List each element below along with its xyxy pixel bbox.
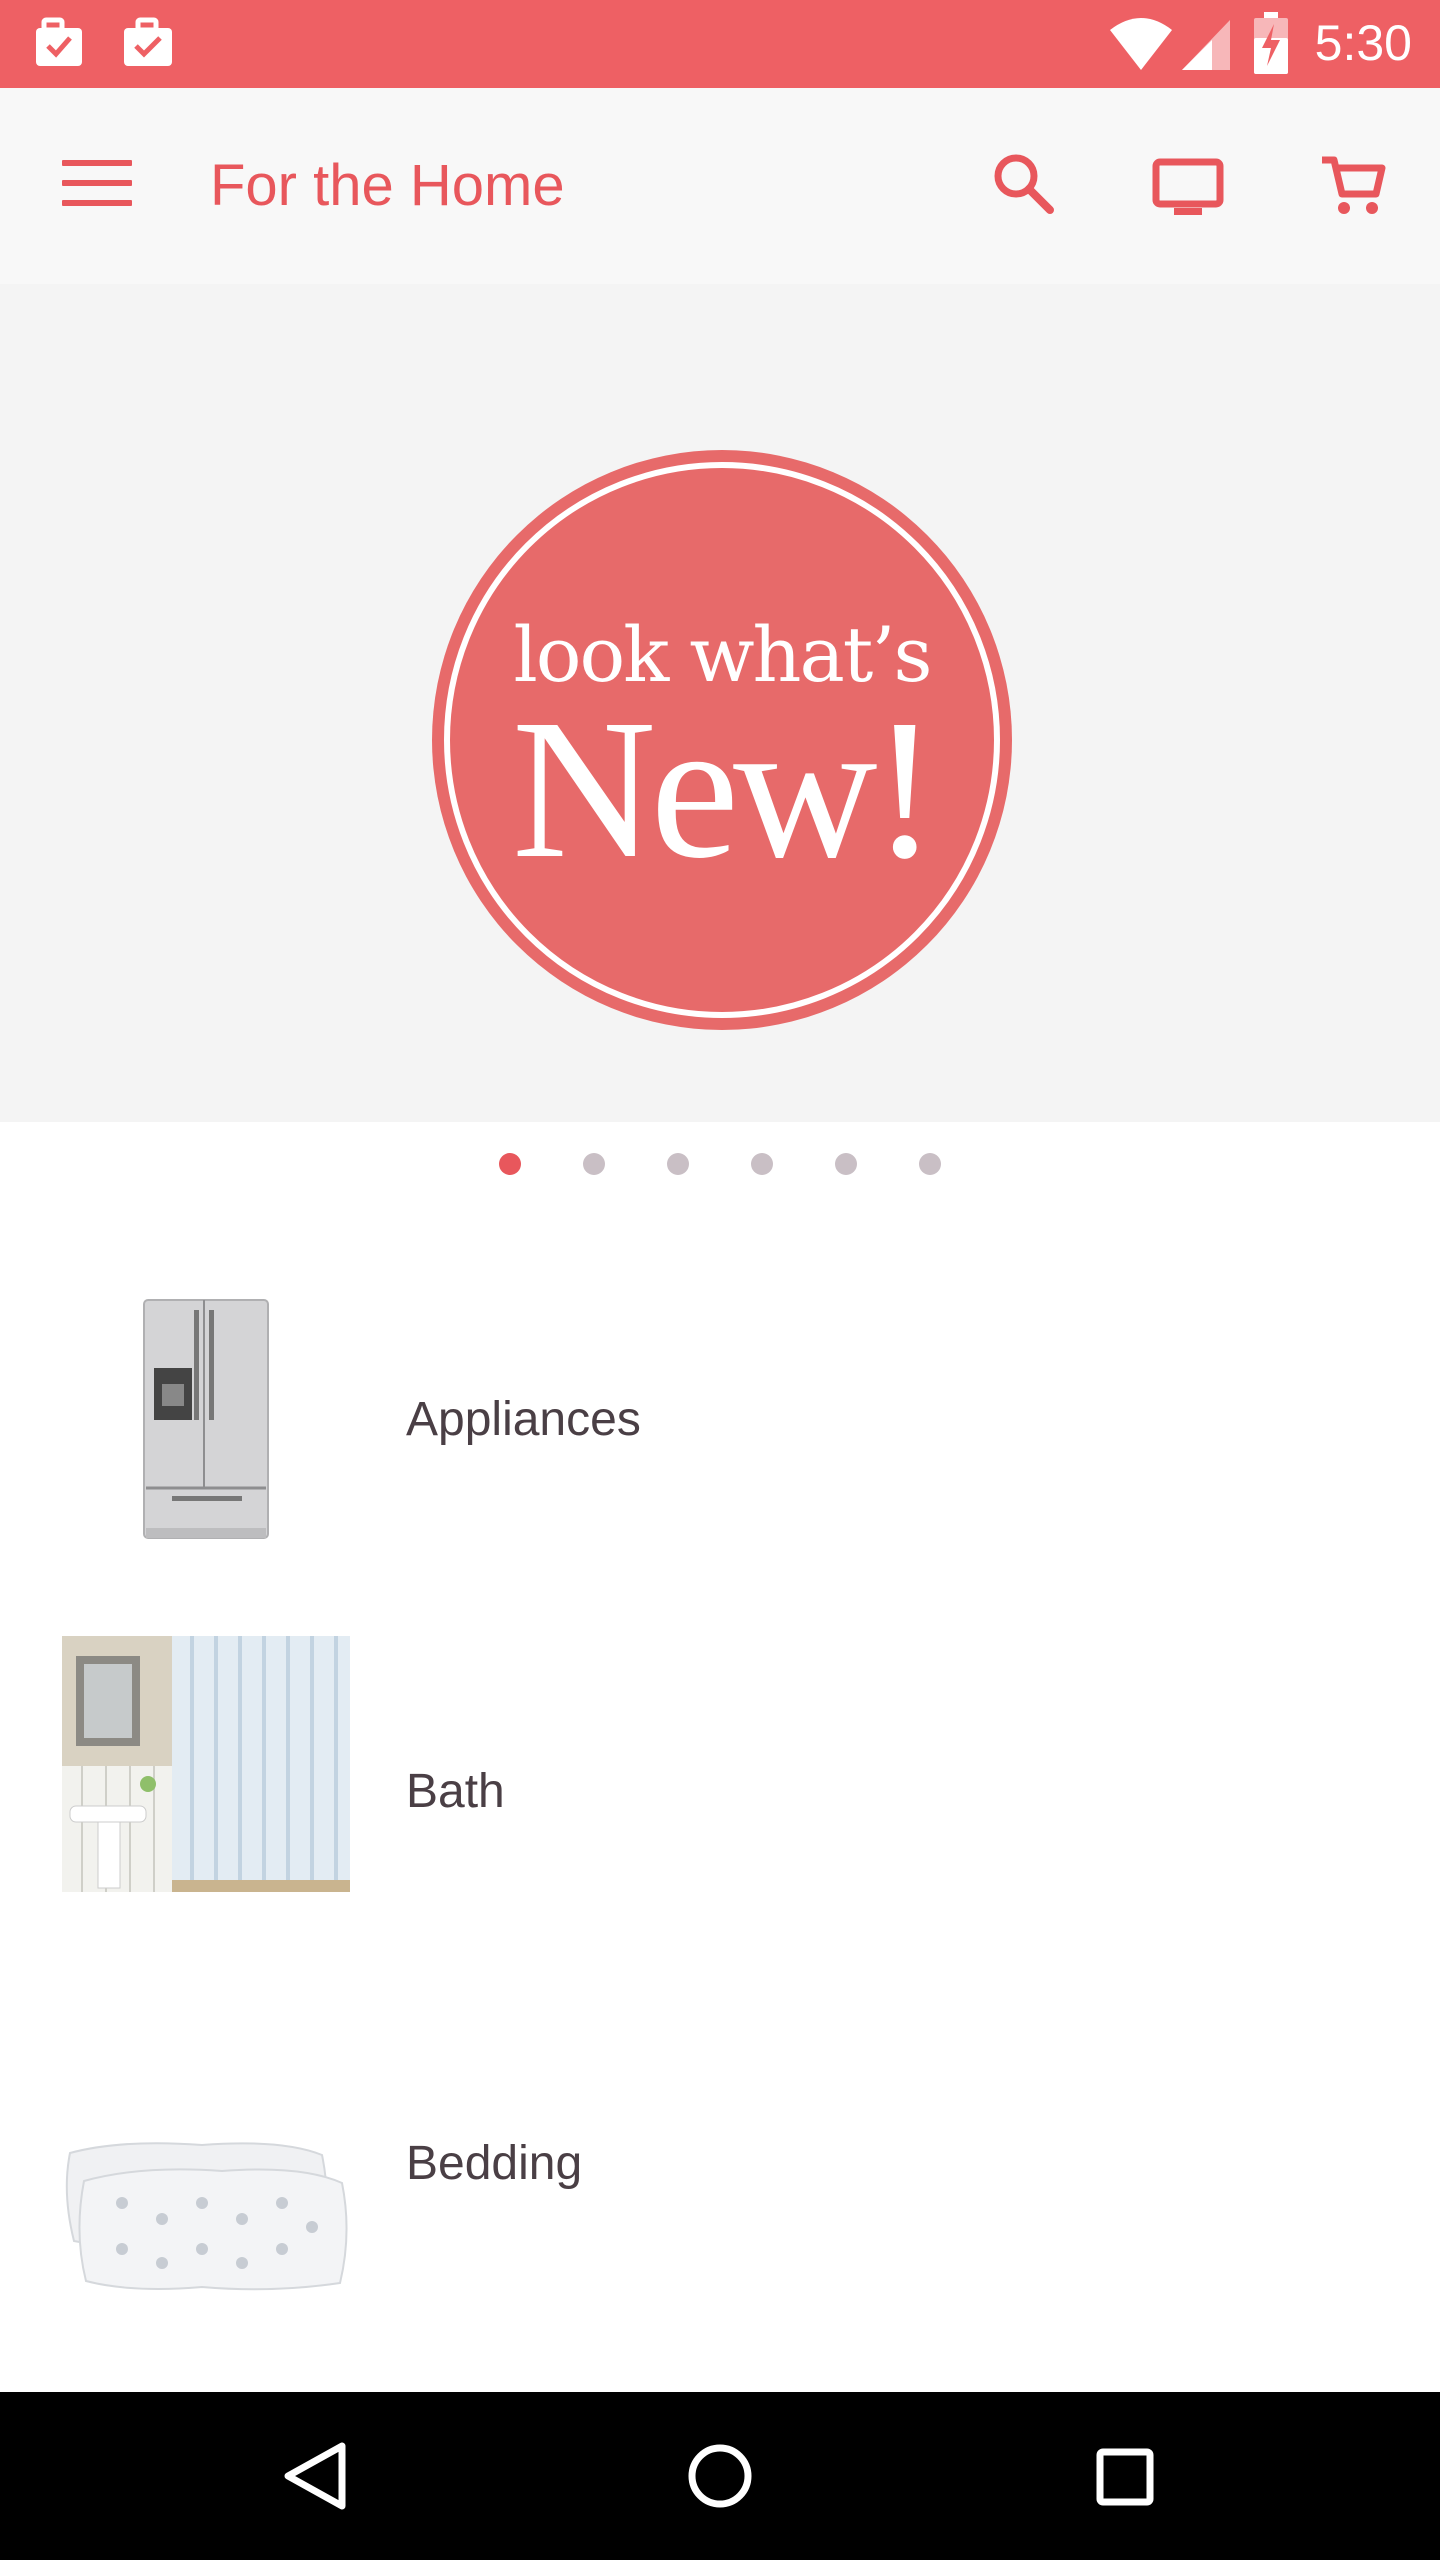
clock: 5:30 xyxy=(1314,15,1412,71)
menu-icon xyxy=(62,160,132,166)
promo-banner[interactable]: look what’s New! xyxy=(0,284,1440,1122)
carousel-indicator xyxy=(0,1153,1440,1177)
category-item-bath[interactable]: Bath xyxy=(0,1636,1440,1936)
category-item-bedding[interactable]: Bedding xyxy=(0,2004,1440,2304)
home-icon[interactable] xyxy=(620,2392,820,2560)
category-item-appliances[interactable]: Appliances xyxy=(0,1270,1440,1570)
badge-headline: New! xyxy=(511,679,938,900)
category-label: Bath xyxy=(406,1765,505,1818)
refrigerator-image xyxy=(143,1299,269,1539)
carousel-dot-1[interactable] xyxy=(499,1153,521,1175)
signal-icon xyxy=(1182,20,1230,70)
carousel-dot-4[interactable] xyxy=(751,1153,773,1175)
category-label: Appliances xyxy=(406,1393,641,1446)
recents-icon[interactable] xyxy=(1024,2392,1224,2560)
app-bar: For the Home xyxy=(0,88,1440,284)
page-title: For the Home xyxy=(210,153,565,218)
search-icon[interactable] xyxy=(992,152,1056,218)
carousel-dot-6[interactable] xyxy=(919,1153,941,1175)
bath-mirror-curtain-image xyxy=(62,1636,350,1892)
new-badge: look what’s New! xyxy=(432,450,1012,1030)
system-nav-bar xyxy=(0,2392,1440,2560)
briefcase-check-icon xyxy=(124,17,172,66)
category-label: Bedding xyxy=(406,2137,583,2190)
status-bar: 5:30 xyxy=(0,0,1440,88)
pillows-image xyxy=(65,2142,348,2291)
carousel-dot-2[interactable] xyxy=(583,1153,605,1175)
carousel-dot-3[interactable] xyxy=(667,1153,689,1175)
cart-icon[interactable] xyxy=(1320,154,1386,218)
carousel-dot-5[interactable] xyxy=(835,1153,857,1175)
tv-icon[interactable] xyxy=(1152,158,1224,218)
menu-button[interactable] xyxy=(62,160,132,212)
briefcase-check-icon xyxy=(36,17,82,66)
back-icon[interactable] xyxy=(216,2392,416,2560)
wifi-icon xyxy=(1110,18,1172,70)
battery-charging-icon xyxy=(1254,12,1288,74)
